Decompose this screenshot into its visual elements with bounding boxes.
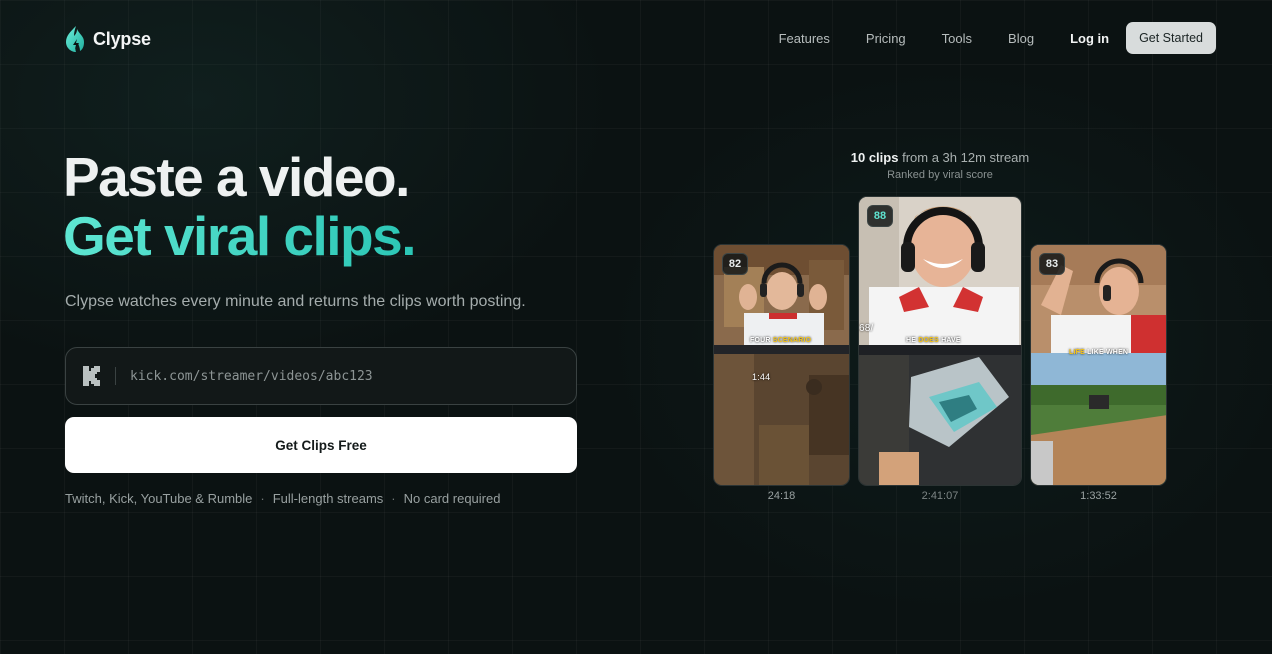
input-divider: [115, 367, 116, 385]
clips-source: from a 3h 12m stream: [902, 150, 1030, 165]
clip-card[interactable]: 88 68/ HE DOES HAVE: [858, 196, 1022, 486]
clip-duration: 2:41:07: [921, 490, 959, 502]
clip-caption: LIFE LIKE WHEN: [1069, 349, 1129, 356]
viral-score-badge: 82: [722, 253, 748, 275]
clypse-logo-icon: [66, 26, 84, 52]
clips-ranked-label: Ranked by viral score: [887, 169, 993, 181]
clips-count: 10 clips: [850, 150, 899, 165]
separator-dot: ·: [391, 491, 396, 506]
clips-summary: 10 clips from a 3h 12m stream: [715, 150, 1165, 165]
nav-tools-link[interactable]: Tools: [942, 31, 972, 46]
hero-headline-line1: Paste a video.: [63, 146, 410, 208]
clip-duration: 1:33:52: [1080, 490, 1117, 502]
login-link[interactable]: Log in: [1070, 31, 1109, 46]
get-started-button[interactable]: Get Started: [1126, 22, 1216, 54]
game-hud-timer: 1:44: [752, 372, 771, 382]
brand-name: Clypse: [93, 28, 151, 49]
brand[interactable]: Clypse: [65, 25, 151, 53]
clip-duration: 24:18: [767, 490, 796, 502]
hero-subtitle: Clypse watches every minute and returns …: [65, 293, 526, 310]
clip-thumbnail: [714, 245, 849, 485]
clip-thumbnail: [1031, 245, 1166, 485]
clip-caption: HE DOES HAVE: [906, 337, 961, 344]
feature-full-length: Full-length streams: [272, 491, 384, 506]
nav-blog-link[interactable]: Blog: [1008, 31, 1034, 46]
video-url-field[interactable]: [65, 347, 577, 405]
supported-features: Twitch, Kick, YouTube & Rumble · Full-le…: [65, 491, 500, 506]
kick-logo-icon: [83, 366, 100, 386]
nav-pricing-link[interactable]: Pricing: [866, 31, 906, 46]
get-clips-free-button[interactable]: Get Clips Free: [65, 417, 577, 473]
clip-card[interactable]: 83 LIFE LIKE WHEN: [1030, 244, 1167, 486]
video-url-input[interactable]: [130, 368, 550, 384]
top-nav: Clypse Features Pricing Tools Blog Log i…: [0, 0, 1272, 76]
clip-caption: FOUR SCENARIO: [750, 337, 812, 344]
feature-platforms: Twitch, Kick, YouTube & Rumble: [65, 491, 253, 506]
nav-features-link[interactable]: Features: [779, 31, 830, 46]
viral-score-badge: 83: [1039, 253, 1065, 275]
separator-dot: ·: [260, 491, 265, 506]
hero-headline-line2: Get viral clips.: [63, 205, 417, 267]
viral-score-badge: 88: [867, 205, 893, 227]
clip-card[interactable]: 82 FOUR SCENARIO 1:44: [713, 244, 850, 486]
game-hud-ammo: 68/: [859, 323, 874, 334]
feature-no-card: No card required: [403, 491, 501, 506]
nav-links: Features Pricing Tools Blog Log in Get S…: [779, 22, 1216, 54]
